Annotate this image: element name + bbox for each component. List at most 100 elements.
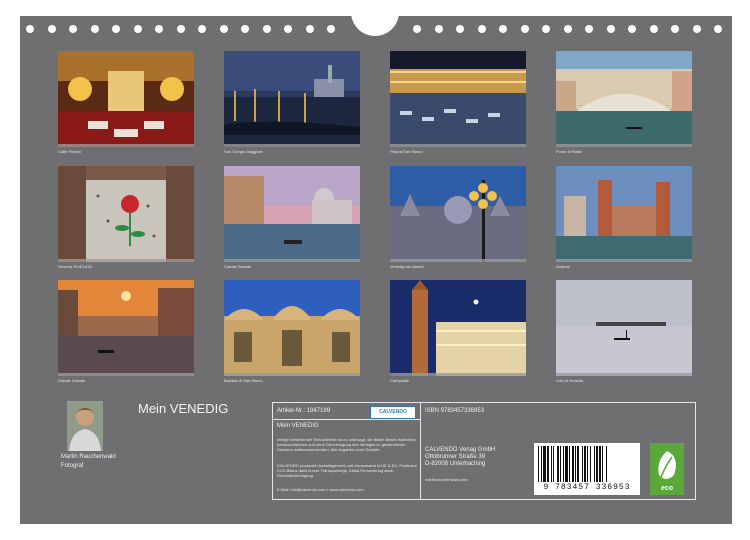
barcode-bar (606, 446, 607, 482)
binding-hole (499, 25, 507, 33)
binding-hole (219, 25, 228, 33)
binding-hole (542, 25, 550, 33)
photo-caption: Venezia RIVELATA (58, 264, 93, 269)
calendar-day-strip (390, 144, 526, 147)
product-info-box: Artikel-Nr.: 1947199 CALVENDO Mein VENED… (272, 402, 696, 500)
barcode-bar (599, 446, 601, 482)
calendar-back-page: Caffe Florian San Giorgio Maggiore Piazz… (20, 12, 732, 524)
photo-campanile (390, 280, 526, 376)
publisher-city: D-82008 Unterhaching (425, 461, 486, 467)
calendar-day-strip (390, 373, 526, 376)
photo-canale-grande-2 (58, 280, 194, 376)
barcode-bar (553, 446, 554, 482)
binding-hole (47, 25, 56, 33)
calendar-day-strip (58, 144, 194, 147)
binding-hole (520, 25, 529, 33)
binding-hole (671, 25, 679, 33)
article-number: Artikel-Nr.: 1947199 (277, 408, 331, 414)
photo-caption: Venedig am Abend (390, 264, 424, 269)
barcode-number: 9 783457 336953 (543, 483, 631, 492)
photo-caption: Ponte di Rialto (556, 149, 583, 154)
binding-hole (133, 25, 142, 33)
hanger-notch (351, 12, 399, 36)
photo-lido-di-venezia (556, 280, 692, 376)
barcode-bar (594, 446, 595, 482)
calendar-day-strip (224, 259, 360, 262)
barcode-bars (538, 446, 607, 482)
author-website: martinrauchenwald.com (425, 477, 468, 482)
barcode-bar (543, 446, 546, 482)
barcode-bar (584, 446, 586, 482)
author-portrait (67, 401, 103, 451)
binding-hole (69, 25, 77, 33)
photo-venedig-am-abend (390, 166, 526, 262)
binding-hole (112, 25, 120, 33)
binding-hole (649, 25, 658, 33)
eco-badge: eco (650, 443, 684, 495)
photo-caption: Piazza San Marco (390, 149, 423, 154)
binding-hole (241, 25, 249, 33)
barcode-bar (596, 446, 598, 482)
binding-hole (305, 25, 314, 33)
photo-basilica-di-san-marco (224, 280, 360, 376)
barcode-bar (582, 446, 583, 482)
barcode-bar (565, 446, 568, 482)
binding-hole (176, 25, 185, 33)
binding-hole (434, 25, 443, 33)
binding-hole (714, 25, 722, 33)
divider (420, 403, 421, 499)
barcode-bar (538, 446, 539, 482)
product-title: Mein VENEDIG (277, 423, 319, 429)
binding-hole (563, 25, 572, 33)
isbn: ISBN 9783457336953 (425, 408, 485, 414)
binding-hole (26, 25, 34, 33)
eco-label: eco (660, 485, 674, 492)
binding-hole (585, 25, 593, 33)
photo-piazza-san-marco (390, 51, 526, 147)
photo-ponte-di-rialto (556, 51, 692, 147)
photo-venezia-rivelata (58, 166, 194, 262)
photo-san-giorgio-maggiore (224, 51, 360, 147)
copyright-notice: Infolge bestehender Schutzrechte ist es … (277, 437, 416, 452)
binding-hole (198, 25, 206, 33)
photo-caption: Campanile (390, 378, 410, 383)
barcode-bar (577, 446, 579, 482)
binding-hole (262, 25, 271, 33)
barcode-bar (551, 446, 552, 482)
photo-caption: Canale Grande (224, 264, 252, 269)
binding-hole (90, 25, 99, 33)
barcode-bar (557, 446, 559, 482)
photo-canale-grande-1 (224, 166, 360, 262)
calvendo-logo: CALVENDO (370, 406, 416, 419)
barcode-bar (575, 446, 576, 482)
publisher-street: Ottobrunner Straße 39 (425, 454, 486, 460)
author-role: Fotograf (61, 463, 84, 469)
calendar-day-strip (224, 373, 360, 376)
calendar-day-strip (390, 259, 526, 262)
binding-hole (284, 25, 292, 33)
calendar-title: Mein VENEDIG (138, 401, 229, 416)
barcode-bar (541, 446, 542, 482)
binding-hole (413, 25, 421, 33)
isbn-barcode: 9 783457 336953 (534, 443, 640, 495)
calendar-day-strip (556, 144, 692, 147)
calendar-day-strip (58, 373, 194, 376)
photo-caption: Arsenal (556, 264, 570, 269)
barcode-bar (587, 446, 588, 482)
contact-line: E-Mail: info@calvendo.com • www.calvendo… (277, 487, 364, 492)
publisher-name: CALVENDO Verlag GmbH (425, 447, 496, 453)
barcode-bar (563, 446, 564, 482)
barcode-bar (590, 446, 591, 482)
photo-caption: Caffe Florian (58, 149, 81, 154)
barcode-bar (569, 446, 570, 482)
photo-caption: Basilica di San Marco (224, 378, 263, 383)
binding-hole (606, 25, 615, 33)
calendar-day-strip (556, 373, 692, 376)
photo-arsenal (556, 166, 692, 262)
photo-caption: Lido di Venezia (556, 378, 584, 383)
binding-hole (456, 25, 464, 33)
barcode-bar (560, 446, 561, 482)
barcode-bar (602, 446, 603, 482)
photo-caption: Canale Grande (58, 378, 86, 383)
binding-hole (692, 25, 701, 33)
